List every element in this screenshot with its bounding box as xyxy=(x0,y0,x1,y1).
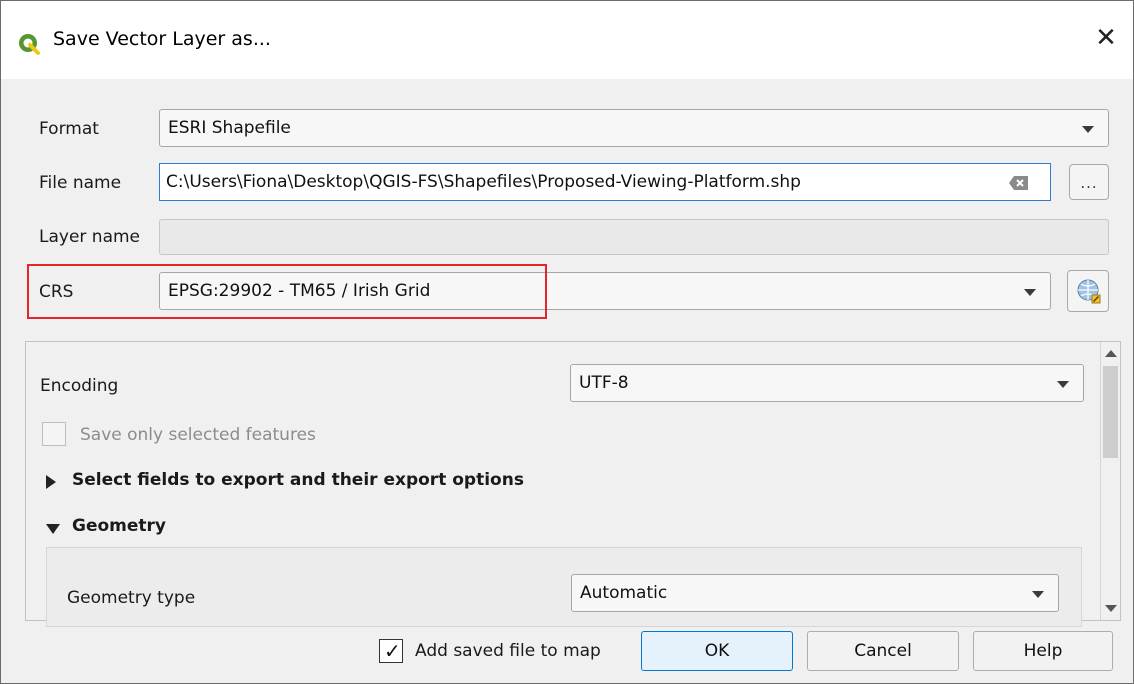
format-value: ESRI Shapefile xyxy=(168,118,291,138)
dialog-title: Save Vector Layer as... xyxy=(53,28,271,50)
qgis-logo-icon xyxy=(19,34,40,55)
crs-label: CRS xyxy=(39,282,74,302)
chevron-down-icon xyxy=(1024,289,1036,296)
file-name-label: File name xyxy=(39,173,122,193)
add-to-map-checkbox[interactable]: ✓ xyxy=(379,639,403,663)
geometry-type-label: Geometry type xyxy=(67,588,196,608)
help-button[interactable]: Help xyxy=(973,631,1113,671)
scrollbar-thumb[interactable] xyxy=(1103,366,1118,458)
chevron-down-icon xyxy=(1057,381,1069,388)
scroll-up-arrow-icon[interactable] xyxy=(1105,350,1117,357)
crs-globe-icon xyxy=(1077,279,1101,304)
geometry-type-value: Automatic xyxy=(580,583,668,603)
geometry-section-header[interactable]: Geometry xyxy=(72,516,166,536)
browse-button[interactable]: ... xyxy=(1069,164,1109,200)
chevron-down-icon xyxy=(1032,591,1044,598)
clear-text-icon[interactable] xyxy=(1008,175,1030,191)
format-label: Format xyxy=(39,119,99,139)
checkmark-icon: ✓ xyxy=(384,639,401,663)
layer-name-input xyxy=(159,219,1109,255)
browse-dots: ... xyxy=(1080,174,1098,192)
file-name-input[interactable]: C:\Users\Fiona\Desktop\QGIS-FS\Shapefile… xyxy=(159,163,1051,201)
title-bar[interactable]: Save Vector Layer as... ✕ xyxy=(1,1,1133,79)
cancel-button[interactable]: Cancel xyxy=(807,631,959,671)
crs-select-button[interactable] xyxy=(1067,270,1109,312)
encoding-combobox[interactable]: UTF-8 xyxy=(570,364,1084,402)
save-selected-checkbox[interactable] xyxy=(42,422,66,446)
chevron-down-icon xyxy=(1082,126,1094,133)
collapse-triangle-icon[interactable] xyxy=(46,524,60,534)
layer-name-label: Layer name xyxy=(39,227,141,247)
crs-value: EPSG:29902 - TM65 / Irish Grid xyxy=(168,281,431,301)
ok-button[interactable]: OK xyxy=(641,631,793,671)
expand-triangle-icon[interactable] xyxy=(46,475,56,489)
save-selected-label: Save only selected features xyxy=(80,425,316,445)
options-scrollbar[interactable] xyxy=(1100,342,1120,620)
geometry-type-combobox[interactable]: Automatic xyxy=(571,574,1059,612)
select-fields-section-header[interactable]: Select fields to export and their export… xyxy=(72,470,524,490)
options-scroll-area: Encoding UTF-8 Save only selected featur… xyxy=(25,341,1121,627)
scroll-down-arrow-icon[interactable] xyxy=(1105,605,1117,612)
file-name-value: C:\Users\Fiona\Desktop\QGIS-FS\Shapefile… xyxy=(166,172,801,192)
encoding-value: UTF-8 xyxy=(579,373,629,393)
save-vector-layer-dialog: Save Vector Layer as... ✕ Format ESRI Sh… xyxy=(0,0,1134,684)
add-to-map-label: Add saved file to map xyxy=(415,641,601,661)
format-combobox[interactable]: ESRI Shapefile xyxy=(159,109,1109,147)
crs-combobox[interactable]: EPSG:29902 - TM65 / Irish Grid xyxy=(159,272,1051,310)
close-icon[interactable]: ✕ xyxy=(1091,23,1121,53)
geometry-group: Geometry type Automatic xyxy=(46,547,1082,627)
encoding-label: Encoding xyxy=(40,376,119,396)
